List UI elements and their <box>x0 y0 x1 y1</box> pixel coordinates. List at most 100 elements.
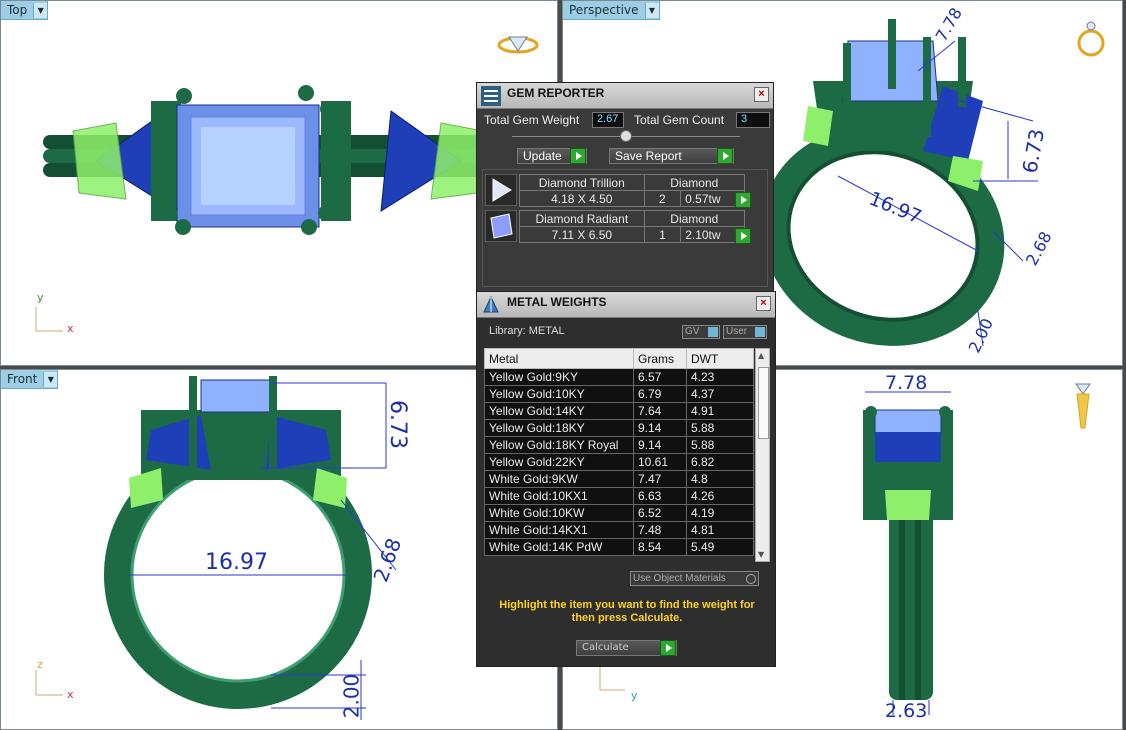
front-dim-6-73: 6.73 <box>384 400 410 449</box>
gem-play-button[interactable] <box>735 192 751 208</box>
use-object-materials-label: Use Object Materials <box>633 573 726 584</box>
dwt-column-header[interactable]: DWT <box>686 348 754 369</box>
calculate-button-label: Calculate <box>582 642 629 653</box>
metal-name: Yellow Gold:18KY Royal <box>484 436 634 454</box>
grams-value: 8.54 <box>633 538 687 556</box>
viewport-top[interactable]: Top ▼ y x <box>0 0 558 366</box>
calculate-button[interactable]: Calculate <box>576 640 677 656</box>
user-label: User <box>726 326 748 337</box>
axis-x-label: x <box>67 688 74 701</box>
metal-row[interactable]: Yellow Gold:18KY 9.14 5.88 <box>484 419 754 437</box>
close-icon[interactable]: × <box>756 296 771 311</box>
splitter-handle[interactable] <box>620 130 632 142</box>
ring-side-icon <box>1075 383 1091 429</box>
metal-column-header[interactable]: Metal <box>484 348 634 369</box>
metal-table-clip: Metal Grams DWT Yellow Gold:9KY 6.57 4.23 Y… <box>484 348 756 562</box>
front-ring-render <box>35 376 397 720</box>
grams-value: 10.61 <box>633 453 687 471</box>
metal-row[interactable]: Yellow Gold:14KY 7.64 4.91 <box>484 402 754 420</box>
grams-value: 9.14 <box>633 419 687 437</box>
scroll-up-icon[interactable]: ▲ <box>758 351 764 360</box>
gem-count: 1 <box>643 226 682 243</box>
viewport-perspective-tab[interactable]: Perspective ▼ <box>563 1 660 20</box>
grams-value: 9.14 <box>633 436 687 454</box>
gem-size: 7.11 X 6.50 <box>519 226 645 243</box>
play-icon <box>717 148 733 164</box>
metal-table-header: Metal Grams DWT <box>484 348 754 369</box>
grams-value: 6.57 <box>633 368 687 386</box>
metal-row[interactable]: White Gold:10KW 6.52 4.19 <box>484 504 754 522</box>
dwt-value: 4.26 <box>686 487 754 505</box>
metal-name: White Gold:14K PdW <box>484 538 634 556</box>
gem-row-radiant[interactable]: Diamond Radiant Diamond 7.11 X 6.50 1 2.10t… <box>485 210 751 244</box>
scroll-down-icon[interactable]: ▼ <box>758 550 764 559</box>
metal-row[interactable]: Yellow Gold:18KY Royal 9.14 5.88 <box>484 436 754 454</box>
gem-size: 4.18 X 4.50 <box>519 190 645 207</box>
axis-y-label: y <box>37 291 44 304</box>
save-report-button-label: Save Report <box>615 149 682 163</box>
metal-table: Metal Grams DWT Yellow Gold:9KY 6.57 4.23 Y… <box>484 348 754 556</box>
chevron-down-icon[interactable]: ▼ <box>33 2 48 18</box>
metal-weights-title: METAL WEIGHTS <box>507 295 607 309</box>
metal-row[interactable]: White Gold:14K PdW 8.54 5.49 <box>484 538 754 556</box>
use-object-materials-checkbox[interactable]: Use Object Materials <box>630 571 759 586</box>
scrollbar-thumb[interactable] <box>758 367 769 439</box>
metal-name: Yellow Gold:10KY <box>484 385 634 403</box>
viewport-front-label: Front <box>7 372 38 386</box>
viewport-front[interactable]: 6.73 16.97 2.68 2.00 Front ▼ z x <box>0 369 558 730</box>
gem-type: Diamond <box>643 174 746 191</box>
metal-weights-titlebar[interactable]: METAL WEIGHTS × <box>477 292 775 318</box>
gem-type: Diamond <box>643 210 746 227</box>
metal-name: White Gold:9KW <box>484 470 634 488</box>
metal-row[interactable]: White Gold:14KX1 7.48 4.81 <box>484 521 754 539</box>
user-toggle[interactable]: User <box>723 325 767 339</box>
metal-table-scrollbar[interactable]: ▲ ▼ <box>755 348 770 562</box>
dwt-value: 5.88 <box>686 419 754 437</box>
gem-reporter-icon <box>481 86 501 106</box>
right-dim-7-78: 7.78 <box>885 372 928 394</box>
chevron-down-icon[interactable]: ▼ <box>644 2 659 18</box>
save-report-button[interactable]: Save Report <box>609 148 734 164</box>
close-icon[interactable]: × <box>754 87 769 102</box>
scale-icon <box>483 295 499 313</box>
update-button[interactable]: Update <box>517 148 587 164</box>
toggle-icon <box>708 327 718 337</box>
play-icon <box>570 148 586 164</box>
viewport-top-tab[interactable]: Top ▼ <box>1 1 49 20</box>
grams-value: 7.47 <box>633 470 687 488</box>
metal-row[interactable]: White Gold:9KW 7.47 4.8 <box>484 470 754 488</box>
grams-value: 7.48 <box>633 521 687 539</box>
metal-row[interactable]: Yellow Gold:10KY 6.79 4.37 <box>484 385 754 403</box>
chevron-down-icon[interactable]: ▼ <box>43 371 58 387</box>
front-dim-16-97: 16.97 <box>205 550 268 575</box>
total-gem-weight-label: Total Gem Weight <box>484 113 580 127</box>
metal-name: Yellow Gold:22KY <box>484 453 634 471</box>
metal-row[interactable]: Yellow Gold:9KY 6.57 4.23 <box>484 368 754 386</box>
gv-toggle[interactable]: GV <box>682 325 720 339</box>
dwt-value: 4.23 <box>686 368 754 386</box>
metal-name: Yellow Gold:18KY <box>484 419 634 437</box>
top-ring-render <box>35 36 539 332</box>
gem-row-trillion[interactable]: Diamond Trillion Diamond 4.18 X 4.50 2 0.57… <box>485 174 751 208</box>
viewport-front-tab[interactable]: Front ▼ <box>1 370 59 389</box>
axis-y-label: y <box>631 689 638 702</box>
dwt-value: 6.82 <box>686 453 754 471</box>
radiant-gem-icon <box>485 210 517 242</box>
dwt-value: 4.81 <box>686 521 754 539</box>
gem-name: Diamond Trillion <box>519 174 645 191</box>
grams-column-header[interactable]: Grams <box>633 348 687 369</box>
front-dim-2-00: 2.00 <box>339 673 364 719</box>
dwt-value: 5.88 <box>686 436 754 454</box>
gem-play-button[interactable] <box>735 228 751 244</box>
viewport-top-label: Top <box>7 3 28 17</box>
gem-count: 2 <box>643 190 682 207</box>
gv-label: GV <box>685 326 700 337</box>
gem-reporter-panel: GEM REPORTER × Total Gem Weight 2.67 Tot… <box>476 82 774 297</box>
metal-row[interactable]: White Gold:10KX1 6.63 4.26 <box>484 487 754 505</box>
trillion-gem-icon <box>485 174 517 206</box>
metal-row[interactable]: Yellow Gold:22KY 10.61 6.82 <box>484 453 754 471</box>
total-gem-weight-value: 2.67 <box>592 112 624 128</box>
gem-reporter-titlebar[interactable]: GEM REPORTER × <box>477 83 773 109</box>
library-label: Library: METAL <box>489 325 565 337</box>
metal-name: White Gold:10KX1 <box>484 487 634 505</box>
